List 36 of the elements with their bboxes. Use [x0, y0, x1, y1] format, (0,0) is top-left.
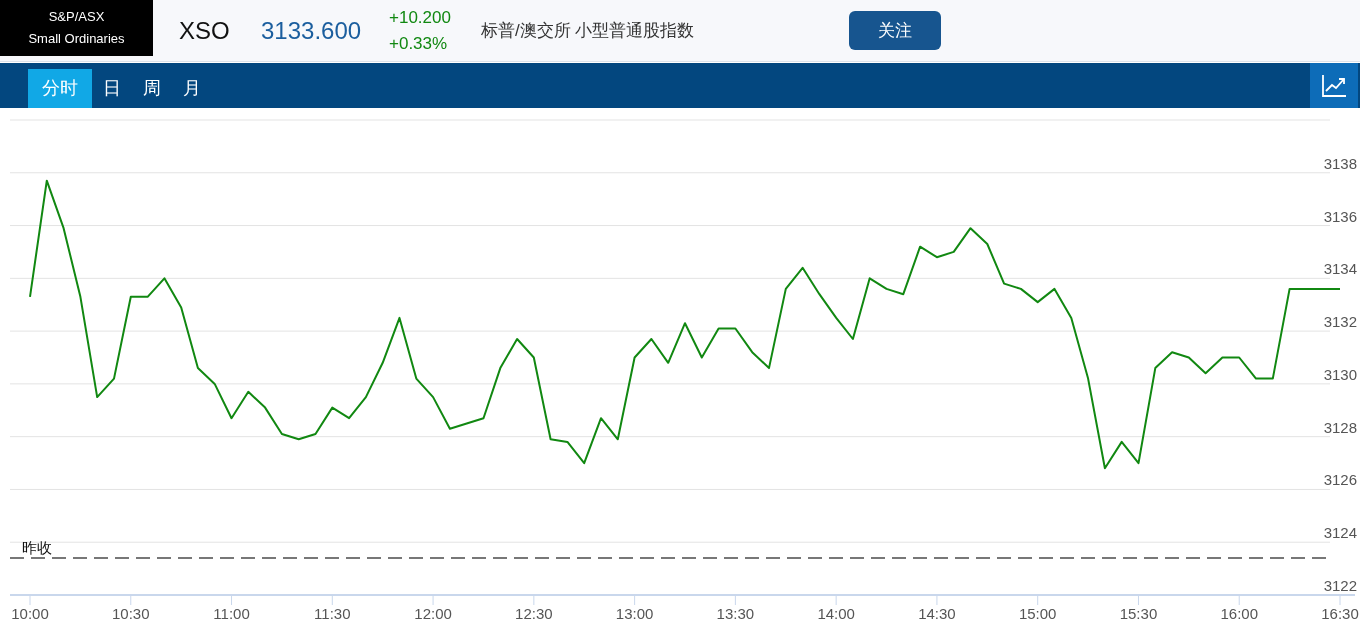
line-chart-icon: [1322, 74, 1346, 97]
period-tab[interactable]: 周: [132, 69, 172, 108]
price-value: 3133.600: [261, 15, 363, 46]
x-axis-label: 10:00: [11, 605, 49, 622]
x-axis-label: 13:00: [615, 605, 654, 622]
y-axis-label: 3136: [1323, 207, 1357, 225]
y-axis-label: 3122: [1323, 577, 1357, 594]
x-axis-label: 10:30: [112, 605, 150, 622]
x-axis-label: 16:00: [1220, 605, 1258, 622]
y-axis-label: 3134: [1323, 260, 1357, 278]
x-axis-label: 14:00: [817, 605, 855, 622]
y-axis-label: 3138: [1323, 154, 1357, 172]
chart-type-button[interactable]: [1310, 63, 1358, 108]
x-axis-label: 15:30: [1119, 605, 1158, 622]
x-axis-label: 12:00: [414, 605, 452, 622]
x-axis-label: 14:30: [918, 605, 956, 622]
y-axis-label: 3132: [1323, 313, 1357, 331]
x-axis-label: 12:30: [515, 605, 553, 622]
ticker-symbol: XSO: [179, 15, 231, 46]
x-axis-label: 11:30: [314, 605, 351, 622]
follow-button[interactable]: 关注: [849, 11, 941, 50]
x-axis-label: 16:30: [1321, 605, 1359, 622]
y-axis-label: 3128: [1323, 418, 1357, 436]
period-tab[interactable]: 日: [92, 69, 132, 108]
percent-change: +0.33%: [389, 32, 449, 55]
x-axis-label: 15:00: [1018, 605, 1057, 622]
previous-close-label: 昨收: [22, 539, 52, 557]
x-axis-label: 13:30: [716, 605, 755, 622]
y-axis-label: 3124: [1323, 524, 1357, 542]
y-axis-label: 3130: [1323, 365, 1357, 383]
y-axis-label: 3126: [1323, 471, 1357, 489]
index-description: 标普/澳交所 小型普通股指数: [481, 19, 696, 42]
index-name-badge: S&P/ASX Small Ordinaries: [0, 0, 153, 56]
x-axis-label: 11:00: [213, 605, 250, 622]
period-tab[interactable]: 月: [172, 69, 212, 108]
price-change: +10.200: [389, 6, 452, 29]
